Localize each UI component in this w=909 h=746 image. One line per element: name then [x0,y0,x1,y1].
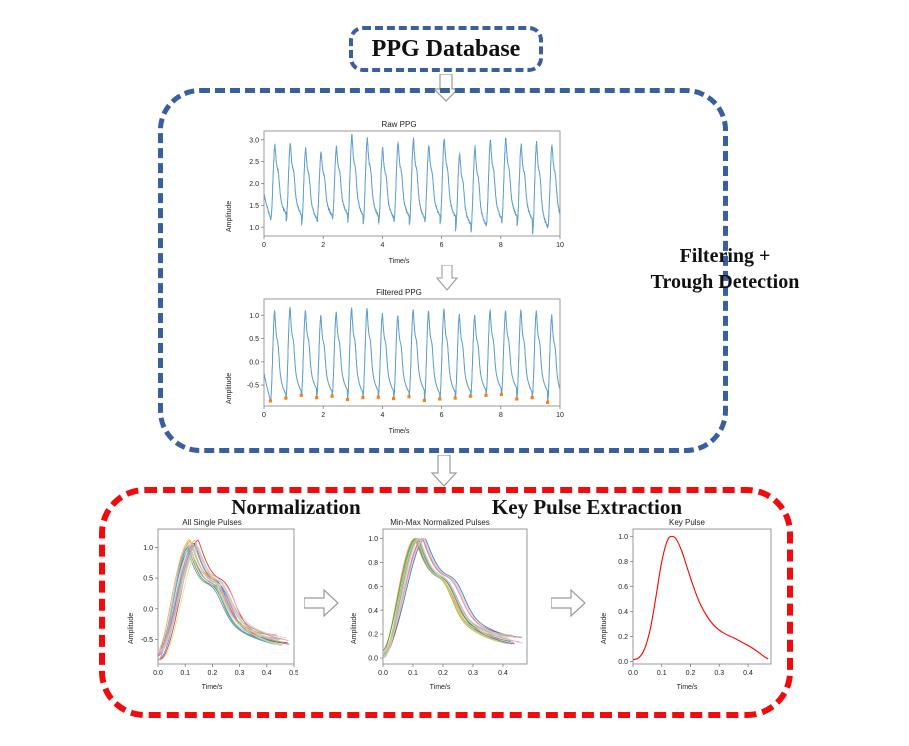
svg-text:8: 8 [499,412,503,419]
svg-text:0.2: 0.2 [368,632,378,639]
svg-text:0.4: 0.4 [618,609,628,616]
svg-text:0.0: 0.0 [368,656,378,663]
svg-text:0.6: 0.6 [618,584,628,591]
chart-key-pulse-title: Key Pulse [668,518,706,527]
diagram-canvas: PPG Database Filtering + Trough Detectio… [0,0,909,746]
chart-filtered-ppg-plot: 0 2 4 6 8 10 -0.5 0.0 0.5 1.0 [247,298,564,419]
svg-text:0.4: 0.4 [262,670,272,677]
svg-text:2: 2 [321,412,325,419]
chart-all-single-pulses: All Single Pulses Amplitude Time/s 0.0 0.… [126,518,298,696]
svg-text:0.0: 0.0 [249,359,259,366]
svg-text:0.8: 0.8 [368,560,378,567]
chart-filtered-ppg-xlabel: Time/s [388,428,410,435]
svg-text:1.0: 1.0 [143,545,153,552]
arrow-normalized-to-key-pulse [551,588,586,618]
svg-text:0.5: 0.5 [249,336,259,343]
normalization-label: Normalization [231,495,361,519]
svg-text:0.3: 0.3 [235,670,245,677]
svg-text:-0.5: -0.5 [141,637,153,644]
chart-minmax-normalized-pulses-ylabel: Amplitude [351,612,358,644]
svg-text:0.2: 0.2 [618,634,628,641]
chart-minmax-normalized-pulses-title: Min-Max Normalized Pulses [390,518,490,527]
chart-all-single-pulses-title: All Single Pulses [182,518,242,527]
svg-text:0.5: 0.5 [289,670,298,677]
svg-text:0.2: 0.2 [686,670,696,677]
svg-text:-0.5: -0.5 [247,383,259,390]
svg-text:0.1: 0.1 [180,670,190,677]
svg-text:0: 0 [262,242,266,249]
svg-text:0: 0 [262,412,266,419]
chart-raw-ppg-ylabel: Amplitude [226,200,233,232]
chart-key-pulse-plot: 0.0 0.1 0.2 0.3 0.4 0.0 0.2 0.4 0.6 0.8 1.0 [618,528,772,677]
svg-text:0.3: 0.3 [714,670,724,677]
svg-text:4: 4 [380,412,384,419]
svg-text:10: 10 [556,412,564,419]
chart-minmax-normalized-pulses-xlabel: Time/s [429,684,451,691]
svg-text:0.0: 0.0 [618,659,628,666]
chart-all-single-pulses-ylabel: Amplitude [128,612,135,644]
chart-key-pulse: Key Pulse Amplitude Time/s 0.0 0.1 0.2 0.3 0… [599,518,775,696]
svg-text:0.0: 0.0 [153,670,163,677]
chart-all-single-pulses-plot: 0.0 0.1 0.2 0.3 0.4 0.5 -0.5 0.0 0.5 1.0 [141,528,298,677]
chart-filtered-ppg: Filtered PPG Amplitude Time/s 0 2 4 6 8 10 -0.… [224,288,574,440]
chart-raw-ppg-title: Raw PPG [381,120,417,129]
svg-text:1.0: 1.0 [249,225,259,232]
key-pulse-extraction-label: Key Pulse Extraction [491,495,683,519]
chart-key-pulse-xlabel: Time/s [676,684,698,691]
svg-text:6: 6 [440,242,444,249]
svg-text:6: 6 [440,412,444,419]
svg-text:0.1: 0.1 [408,670,418,677]
svg-text:0.4: 0.4 [368,608,378,615]
svg-text:0.8: 0.8 [618,559,628,566]
svg-text:0.6: 0.6 [368,584,378,591]
svg-text:0.3: 0.3 [468,670,478,677]
svg-text:0.1: 0.1 [657,670,667,677]
svg-text:0.2: 0.2 [438,670,448,677]
svg-text:0.5: 0.5 [143,576,153,583]
svg-text:0.0: 0.0 [378,670,388,677]
svg-text:0.2: 0.2 [208,670,218,677]
svg-text:2.5: 2.5 [249,159,259,166]
chart-minmax-normalized-pulses: Min-Max Normalized Pulses Amplitude Time… [349,518,531,696]
filtering-trough-detection-label: Filtering + Trough Detection [650,245,800,293]
svg-text:0.0: 0.0 [143,606,153,613]
chart-minmax-normalized-pulses-plot: 0.0 0.1 0.2 0.3 0.4 0.0 0.2 0.4 0.6 0.8 1.0 [368,528,528,677]
svg-text:2: 2 [321,242,325,249]
svg-text:8: 8 [499,242,503,249]
chart-raw-ppg-plot: 0 2 4 6 8 10 1.0 1.5 2.0 2.5 3.0 [249,130,564,249]
svg-text:0.0: 0.0 [628,670,638,677]
svg-text:1.5: 1.5 [249,203,259,210]
arrow-pipeline-to-extraction [430,455,458,487]
chart-raw-ppg: Raw PPG Amplitude Time/s 0 2 4 6 8 10 1.0 1.5 2.… [224,120,574,270]
chart-filtered-ppg-title: Filtered PPG [376,288,422,297]
svg-text:1.0: 1.0 [368,536,378,543]
svg-text:1.0: 1.0 [249,313,259,320]
arrow-all-to-normalized [304,588,339,618]
chart-raw-ppg-xlabel: Time/s [388,258,410,265]
svg-text:3.0: 3.0 [249,137,259,144]
chart-key-pulse-ylabel: Amplitude [601,612,608,644]
svg-text:0.4: 0.4 [743,670,753,677]
chart-all-single-pulses-xlabel: Time/s [201,684,223,691]
svg-text:10: 10 [556,242,564,249]
chart-filtered-ppg-ylabel: Amplitude [226,372,233,404]
svg-text:4: 4 [380,242,384,249]
svg-text:0.4: 0.4 [498,670,508,677]
svg-text:1.0: 1.0 [618,534,628,541]
ppg-database-label: PPG Database [371,36,521,62]
svg-text:2.0: 2.0 [249,181,259,188]
